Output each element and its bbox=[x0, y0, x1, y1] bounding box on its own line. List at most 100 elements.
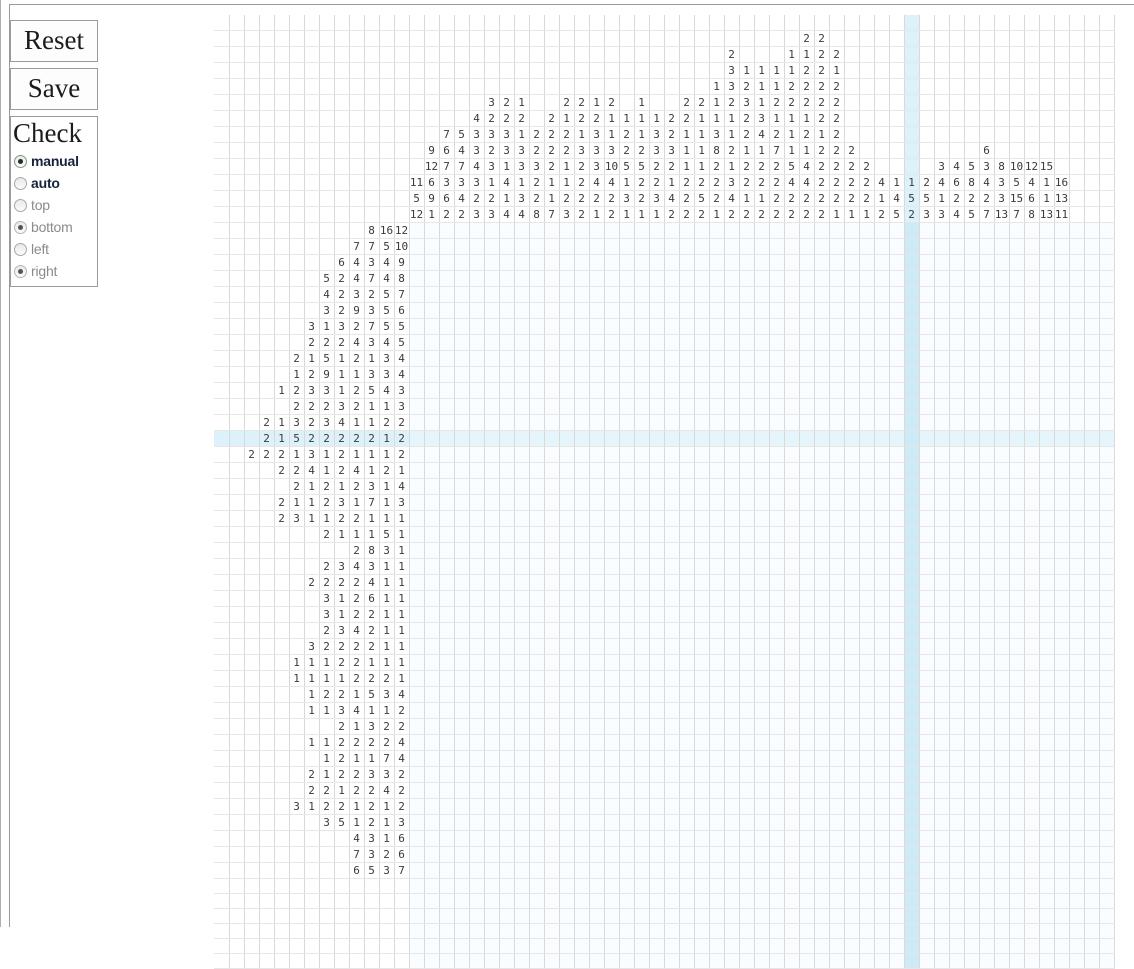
grid-cell[interactable] bbox=[979, 494, 995, 511]
puzzle-row[interactable] bbox=[214, 938, 1115, 954]
grid-cell[interactable] bbox=[604, 938, 620, 954]
grid-cell[interactable] bbox=[994, 718, 1010, 735]
grid-cell[interactable] bbox=[1084, 590, 1100, 607]
grid-cell[interactable] bbox=[559, 686, 575, 703]
grid-cell[interactable] bbox=[904, 574, 920, 591]
grid-cell[interactable] bbox=[1084, 510, 1100, 527]
grid-cell[interactable] bbox=[1039, 526, 1055, 543]
grid-cell[interactable] bbox=[544, 302, 560, 319]
grid-cell[interactable] bbox=[1069, 366, 1085, 383]
grid-cell[interactable] bbox=[514, 302, 530, 319]
grid-cell[interactable] bbox=[709, 558, 725, 575]
grid-cell[interactable] bbox=[709, 670, 725, 687]
grid-cell[interactable] bbox=[994, 590, 1010, 607]
grid-cell[interactable] bbox=[634, 558, 650, 575]
grid-cell[interactable] bbox=[904, 254, 920, 271]
puzzle-row[interactable]: 21512134 bbox=[214, 350, 1115, 367]
grid-cell[interactable] bbox=[589, 846, 605, 863]
grid-cell[interactable] bbox=[484, 430, 500, 447]
grid-cell[interactable] bbox=[424, 718, 440, 735]
grid-cell[interactable] bbox=[544, 526, 560, 543]
grid-cell[interactable] bbox=[1009, 286, 1025, 303]
grid-cell[interactable] bbox=[1099, 542, 1115, 559]
grid-cell[interactable] bbox=[1054, 430, 1070, 447]
grid-cell[interactable] bbox=[904, 622, 920, 639]
grid-cell[interactable] bbox=[664, 430, 680, 447]
grid-cell[interactable] bbox=[829, 718, 845, 735]
grid-cell[interactable] bbox=[664, 494, 680, 511]
grid-cell[interactable] bbox=[454, 923, 470, 939]
grid-cell[interactable] bbox=[499, 238, 515, 255]
grid-cell[interactable] bbox=[589, 318, 605, 335]
grid-cell[interactable] bbox=[559, 286, 575, 303]
grid-cell[interactable] bbox=[604, 414, 620, 431]
grid-cell[interactable] bbox=[874, 953, 890, 969]
grid-cell[interactable] bbox=[919, 302, 935, 319]
grid-cell[interactable] bbox=[1009, 766, 1025, 783]
grid-cell[interactable] bbox=[814, 718, 830, 735]
grid-cell[interactable] bbox=[1039, 414, 1055, 431]
grid-cell[interactable] bbox=[709, 846, 725, 863]
grid-cell[interactable] bbox=[784, 350, 800, 367]
grid-cell[interactable] bbox=[634, 590, 650, 607]
grid-cell[interactable] bbox=[949, 718, 965, 735]
grid-cell[interactable] bbox=[514, 878, 530, 894]
grid-cell[interactable] bbox=[934, 782, 950, 799]
grid-cell[interactable] bbox=[514, 893, 530, 909]
grid-cell[interactable] bbox=[979, 558, 995, 575]
grid-cell[interactable] bbox=[439, 830, 455, 847]
grid-cell[interactable] bbox=[1024, 766, 1040, 783]
grid-cell[interactable] bbox=[829, 606, 845, 623]
grid-cell[interactable] bbox=[889, 398, 905, 415]
grid-cell[interactable] bbox=[679, 238, 695, 255]
grid-cell[interactable] bbox=[574, 638, 590, 655]
grid-cell[interactable] bbox=[424, 462, 440, 479]
grid-cell[interactable] bbox=[859, 638, 875, 655]
grid-cell[interactable] bbox=[544, 478, 560, 495]
grid-cell[interactable] bbox=[949, 414, 965, 431]
grid-cell[interactable] bbox=[559, 494, 575, 511]
grid-cell[interactable] bbox=[814, 686, 830, 703]
grid-cell[interactable] bbox=[949, 286, 965, 303]
grid-cell[interactable] bbox=[1084, 718, 1100, 735]
grid-cell[interactable] bbox=[1039, 446, 1055, 463]
grid-cell[interactable] bbox=[604, 702, 620, 719]
grid-cell[interactable] bbox=[439, 366, 455, 383]
grid-cell[interactable] bbox=[1009, 590, 1025, 607]
grid-cell[interactable] bbox=[829, 938, 845, 954]
grid-cell[interactable] bbox=[964, 590, 980, 607]
grid-cell[interactable] bbox=[889, 510, 905, 527]
grid-cell[interactable] bbox=[1084, 750, 1100, 767]
grid-cell[interactable] bbox=[874, 222, 890, 239]
grid-cell[interactable] bbox=[724, 254, 740, 271]
grid-cell[interactable] bbox=[829, 334, 845, 351]
grid-cell[interactable] bbox=[904, 270, 920, 287]
grid-cell[interactable] bbox=[1084, 670, 1100, 687]
grid-cell[interactable] bbox=[1009, 718, 1025, 735]
grid-cell[interactable] bbox=[1069, 478, 1085, 495]
grid-cell[interactable] bbox=[829, 526, 845, 543]
grid-cell[interactable] bbox=[814, 782, 830, 799]
grid-cell[interactable] bbox=[814, 814, 830, 831]
grid-cell[interactable] bbox=[919, 590, 935, 607]
grid-cell[interactable] bbox=[1069, 846, 1085, 863]
grid-cell[interactable] bbox=[934, 878, 950, 894]
grid-cell[interactable] bbox=[994, 254, 1010, 271]
grid-cell[interactable] bbox=[664, 782, 680, 799]
grid-cell[interactable] bbox=[739, 254, 755, 271]
grid-cell[interactable] bbox=[409, 350, 425, 367]
grid-cell[interactable] bbox=[739, 350, 755, 367]
grid-cell[interactable] bbox=[1084, 558, 1100, 575]
grid-cell[interactable] bbox=[1099, 270, 1115, 287]
grid-cell[interactable] bbox=[634, 923, 650, 939]
grid-cell[interactable] bbox=[649, 334, 665, 351]
grid-cell[interactable] bbox=[799, 478, 815, 495]
grid-cell[interactable] bbox=[994, 446, 1010, 463]
radio-selected-icon[interactable] bbox=[14, 264, 27, 278]
grid-cell[interactable] bbox=[619, 462, 635, 479]
grid-cell[interactable] bbox=[964, 334, 980, 351]
check-option-bottom[interactable]: bottom bbox=[11, 216, 97, 238]
grid-cell[interactable] bbox=[559, 558, 575, 575]
grid-cell[interactable] bbox=[634, 750, 650, 767]
grid-cell[interactable] bbox=[829, 238, 845, 255]
